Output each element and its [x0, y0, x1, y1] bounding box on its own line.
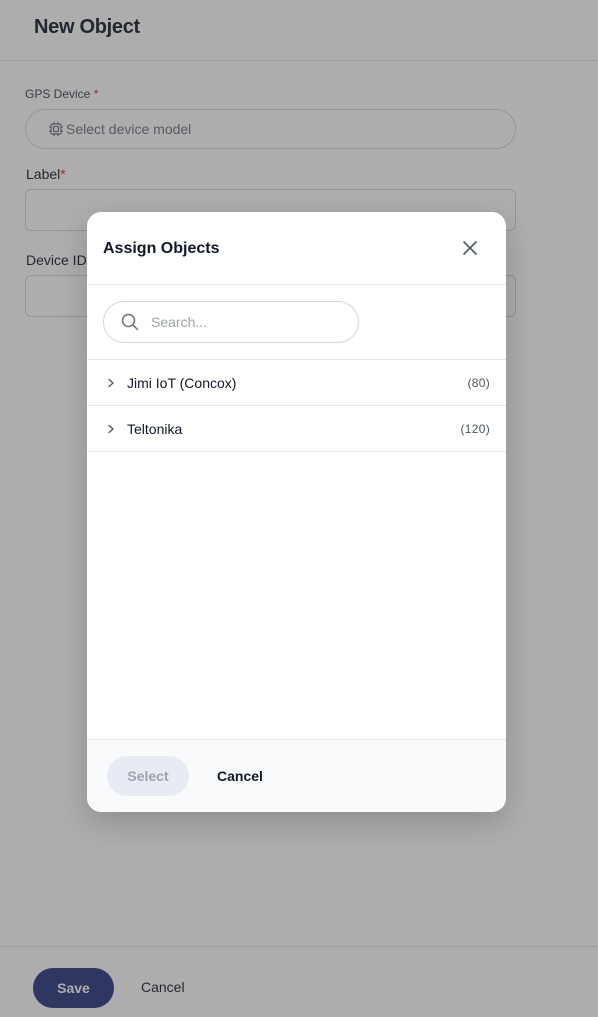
- close-icon[interactable]: [459, 237, 481, 259]
- modal-header: Assign Objects: [87, 212, 506, 285]
- chevron-right-icon[interactable]: [105, 377, 117, 389]
- search-input[interactable]: [151, 314, 331, 330]
- chevron-right-icon[interactable]: [105, 423, 117, 435]
- modal-title: Assign Objects: [103, 240, 220, 257]
- search-section: [87, 285, 506, 360]
- search-icon: [121, 313, 139, 331]
- tree-item-name: Teltonika: [127, 420, 183, 437]
- modal-footer: Select Cancel: [87, 739, 506, 812]
- tree-item-count: (120): [460, 421, 490, 436]
- tree-item-name: Jimi IoT (Concox): [127, 374, 237, 391]
- search-box[interactable]: [103, 301, 359, 343]
- tree-item-teltonika[interactable]: Teltonika (120): [87, 406, 506, 452]
- modal-cancel-button[interactable]: Cancel: [217, 768, 263, 784]
- tree-item-jimi-iot[interactable]: Jimi IoT (Concox) (80): [87, 360, 506, 406]
- assign-objects-modal: Assign Objects Jimi IoT (Concox) (80) Te: [87, 212, 506, 812]
- tree-item-count: (80): [467, 375, 490, 390]
- select-button[interactable]: Select: [107, 756, 189, 796]
